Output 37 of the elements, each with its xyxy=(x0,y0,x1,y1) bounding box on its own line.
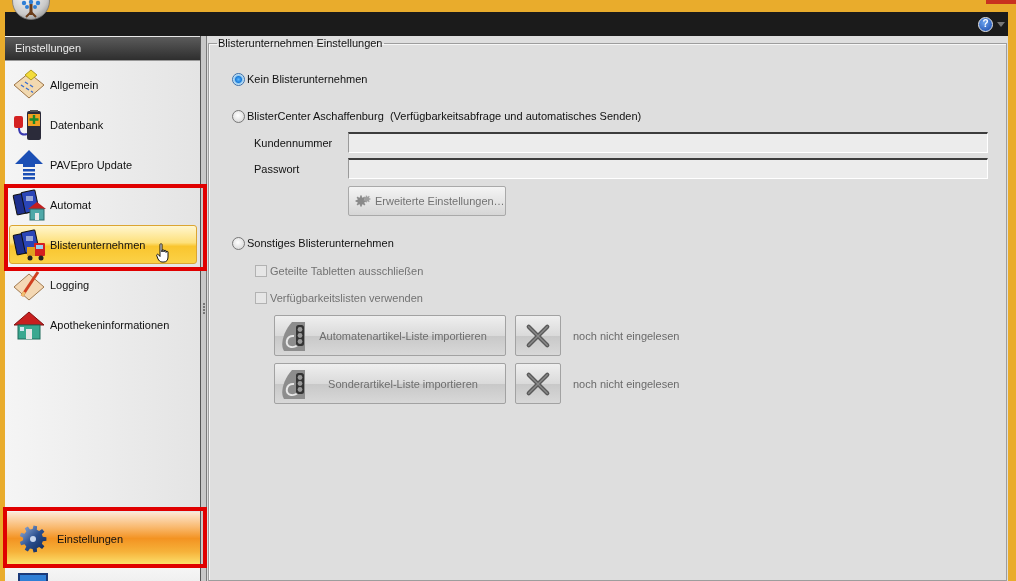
gear-icon xyxy=(355,194,371,208)
sidebar-item[interactable]: PAVEpro Update xyxy=(9,145,197,184)
sidebar-item[interactable]: Apothekeninformationen xyxy=(9,305,197,344)
checkbox-label: Geteilte Tabletten ausschließen xyxy=(270,265,424,277)
field-label: Passwort xyxy=(254,162,301,175)
traffic-light-icon xyxy=(281,367,307,400)
grip-icon[interactable] xyxy=(202,303,205,314)
import-status: noch nicht eingelesen xyxy=(573,377,680,390)
checkbox-label: Verfügbarkeitslisten verwenden xyxy=(270,292,423,304)
input-field[interactable] xyxy=(348,158,988,179)
machine-house-icon xyxy=(12,187,46,222)
sidebar-item[interactable]: Blisterunternehmen xyxy=(9,225,197,264)
sidebar-item[interactable]: Logging xyxy=(9,265,197,304)
caret-icon[interactable] xyxy=(997,21,1005,27)
sidebar-item[interactable]: Datenbank xyxy=(9,105,197,144)
clear-button[interactable] xyxy=(515,363,561,404)
radio-label: Kein Blisterunternehmen xyxy=(247,73,368,85)
radio-button[interactable] xyxy=(232,236,245,250)
radio-label: BlisterCenter Aschaffenburg (Verfügbarkeitsabfrage und automatisches Senden) xyxy=(247,110,642,122)
radio-button[interactable] xyxy=(232,72,245,86)
cross-icon xyxy=(525,322,551,349)
clear-button[interactable] xyxy=(515,315,561,356)
cross-icon xyxy=(525,370,551,397)
gear-icon xyxy=(17,524,49,553)
sidebar-header: Einstellungen xyxy=(5,37,200,61)
traffic-light-icon xyxy=(281,319,307,352)
help-button[interactable]: ? xyxy=(978,16,993,32)
input-field[interactable] xyxy=(348,132,988,153)
sidebar-item[interactable]: Allgemein xyxy=(9,65,197,104)
import-status: noch nicht eingelesen xyxy=(573,329,680,342)
machine-truck-icon xyxy=(12,227,46,262)
nav-button[interactable]: Einstellungen xyxy=(5,512,200,565)
group-title: Blisterunternehmen Einstellungen xyxy=(217,37,384,50)
radio-button[interactable] xyxy=(232,109,245,123)
field-label: Kundennummer xyxy=(254,136,334,149)
sidebar-item[interactable]: Automat xyxy=(9,185,197,224)
radio-label: Sonstiges Blisterunternehmen xyxy=(247,237,394,249)
